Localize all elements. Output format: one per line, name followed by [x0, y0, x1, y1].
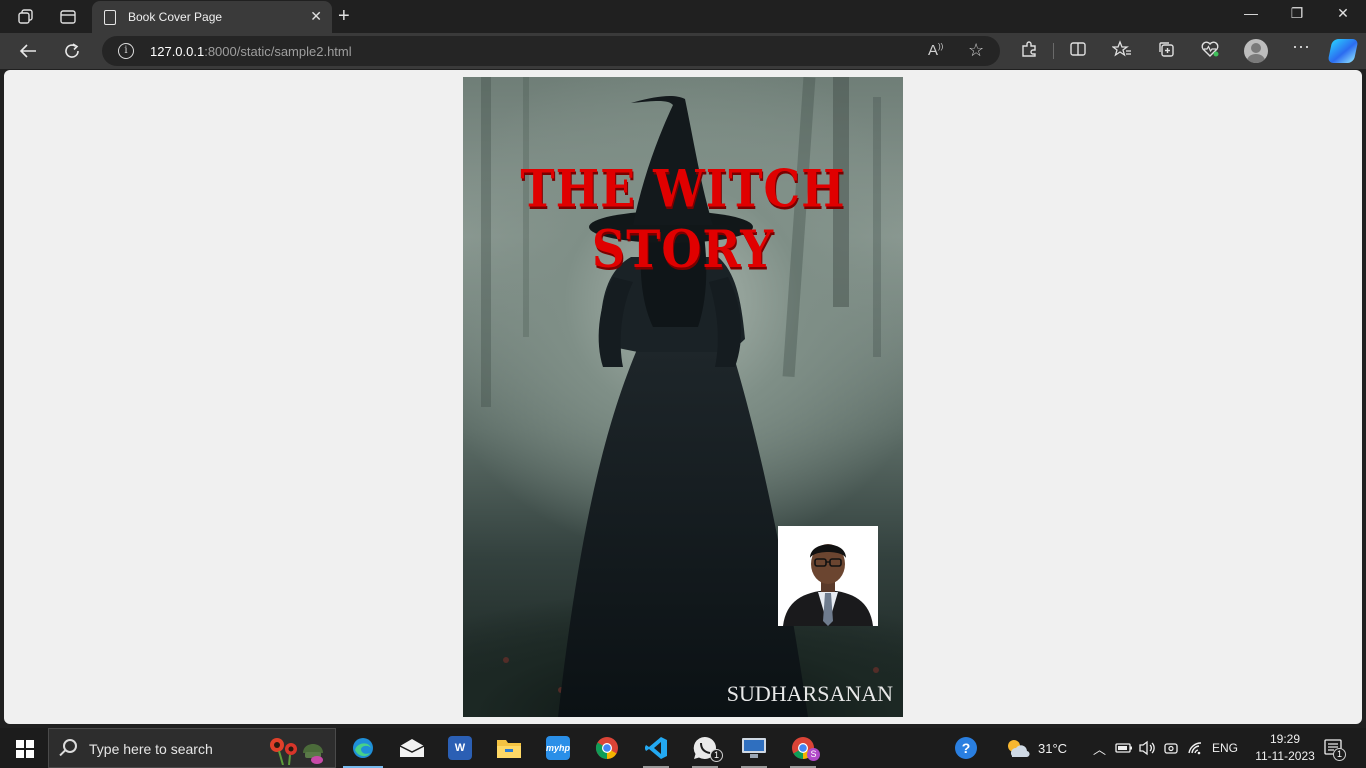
battery-icon[interactable] [1115, 728, 1133, 768]
remote-desktop-icon [742, 738, 766, 758]
search-highlight-art-icon [270, 738, 323, 765]
taskbar-myhp[interactable]: myhp [535, 728, 581, 768]
toolbar-divider [1053, 43, 1054, 59]
taskbar-chrome-profile[interactable]: S [780, 728, 826, 768]
workspaces-icon[interactable] [15, 6, 37, 28]
word-icon: W [448, 736, 472, 760]
tab-actions-icon[interactable] [57, 6, 79, 28]
wifi-icon[interactable] [1187, 728, 1205, 768]
taskbar-vscode[interactable] [633, 728, 679, 768]
file-explorer-icon [497, 740, 521, 758]
refresh-icon[interactable] [60, 40, 84, 62]
mail-icon [399, 739, 425, 757]
taskbar: Type here to search W myhp 1 S ? 31°C ︿ … [0, 728, 1366, 768]
browser-essentials-icon[interactable] [1198, 40, 1222, 62]
more-options-icon[interactable]: ··· [1289, 36, 1313, 58]
profile-badge: S [807, 748, 820, 761]
weather-temperature: 31°C [1038, 740, 1068, 756]
clock-time: 19:29 [1269, 732, 1301, 746]
page-viewport: THE WITCH STORY SUDHARSANAN [4, 70, 1362, 724]
taskbar-file-explorer[interactable] [486, 728, 532, 768]
vscode-icon [645, 737, 667, 759]
taskbar-whatsapp[interactable]: 1 [682, 728, 728, 768]
system-clock[interactable]: 19:29 11-11-2023 [1252, 731, 1318, 765]
whatsapp-badge: 1 [710, 749, 723, 762]
minimize-icon[interactable]: — [1228, 5, 1274, 21]
new-tab-icon[interactable]: + [338, 5, 350, 28]
author-photo [778, 526, 878, 626]
taskbar-mail[interactable] [389, 728, 435, 768]
extensions-icon[interactable] [1017, 40, 1041, 62]
favorite-star-icon[interactable]: ☆ [968, 40, 984, 61]
help-icon[interactable]: ? [955, 728, 977, 768]
back-icon[interactable] [16, 40, 40, 62]
close-tab-icon[interactable]: ✕ [310, 8, 322, 25]
author-name: SUDHARSANAN [726, 681, 893, 706]
site-info-icon[interactable]: i [118, 43, 134, 59]
myhp-icon: myhp [546, 736, 570, 760]
weather-icon [1008, 740, 1030, 758]
search-icon [63, 739, 77, 753]
url-text[interactable]: 127.0.0.1:8000/static/sample2.html [150, 44, 352, 59]
profile-avatar-icon[interactable] [1244, 39, 1268, 63]
taskbar-search[interactable]: Type here to search [48, 728, 336, 768]
tab-title: Book Cover Page [128, 10, 223, 24]
collections-icon[interactable] [1154, 40, 1178, 62]
notification-count: 1 [1333, 748, 1346, 761]
notifications-icon[interactable]: 1 [1324, 728, 1346, 768]
read-aloud-icon[interactable]: A)) [928, 42, 943, 59]
split-screen-icon[interactable] [1066, 40, 1090, 62]
language-indicator[interactable]: ENG [1212, 728, 1238, 768]
clock-date: 11-11-2023 [1255, 749, 1315, 763]
taskbar-remote-desktop[interactable] [731, 728, 777, 768]
taskbar-edge[interactable] [340, 728, 386, 768]
weather-widget[interactable]: 31°C [1004, 728, 1067, 768]
title-bar: Book Cover Page ✕ + — ❐ ✕ [0, 0, 1366, 33]
address-bar[interactable]: i 127.0.0.1:8000/static/sample2.html A))… [102, 36, 1000, 66]
show-hidden-icons-icon[interactable]: ︿ [1093, 728, 1106, 768]
copilot-icon[interactable] [1327, 39, 1359, 63]
tab-book-cover-page[interactable]: Book Cover Page ✕ [92, 1, 332, 33]
taskbar-chrome[interactable] [584, 728, 630, 768]
search-placeholder: Type here to search [89, 741, 213, 757]
taskbar-word[interactable]: W [437, 728, 483, 768]
edge-icon [353, 738, 373, 758]
windows-start-icon[interactable] [16, 740, 34, 758]
navigation-bar: i 127.0.0.1:8000/static/sample2.html A))… [0, 33, 1366, 69]
page-icon [104, 9, 116, 25]
book-title: THE WITCH STORY [520, 158, 846, 280]
volume-icon[interactable] [1138, 728, 1156, 768]
favorites-icon[interactable] [1110, 40, 1134, 62]
restore-icon[interactable]: ❐ [1274, 5, 1320, 22]
camera-icon[interactable] [1163, 728, 1179, 768]
book-cover: THE WITCH STORY SUDHARSANAN [463, 77, 903, 717]
chrome-icon [596, 737, 618, 759]
close-window-icon[interactable]: ✕ [1320, 5, 1366, 22]
